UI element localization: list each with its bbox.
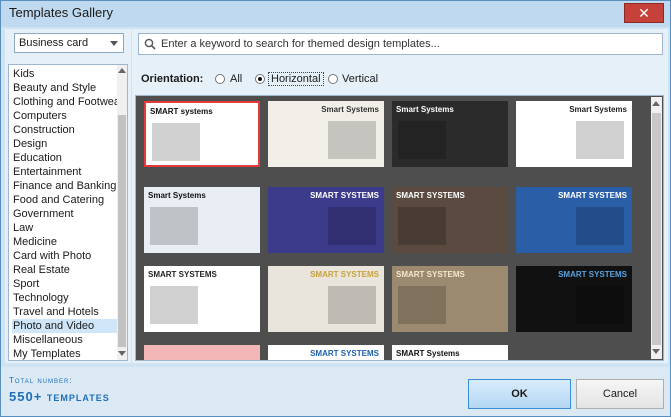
scroll-up-icon[interactable] bbox=[118, 68, 126, 73]
search-icon bbox=[144, 38, 156, 50]
template-thumbnail[interactable]: Smart Systems bbox=[392, 101, 508, 167]
search-box[interactable]: Enter a keyword to search for themed des… bbox=[138, 33, 663, 55]
category-list-scrollbar[interactable] bbox=[117, 65, 127, 360]
template-photo bbox=[398, 286, 446, 324]
total-number-label: Total number: bbox=[9, 376, 73, 385]
template-thumbnail[interactable]: SMART systems bbox=[144, 101, 260, 167]
category-item[interactable]: Card with Photo bbox=[12, 249, 117, 263]
title-bar: Templates Gallery ✕ bbox=[1, 1, 670, 27]
category-item[interactable]: Medicine bbox=[12, 235, 117, 249]
category-item[interactable]: Clothing and Footwear bbox=[12, 95, 124, 109]
template-thumbnail[interactable]: SMART SYSTEMS bbox=[268, 266, 384, 332]
category-item[interactable]: Kids bbox=[12, 67, 117, 81]
template-thumbnail[interactable]: SMART SYSTEMS bbox=[392, 266, 508, 332]
template-title: Smart Systems bbox=[148, 191, 206, 200]
orientation-horizontal-radio[interactable] bbox=[255, 74, 265, 84]
category-item[interactable]: Education bbox=[12, 151, 117, 165]
gallery-scroll-thumb[interactable] bbox=[652, 113, 661, 345]
scroll-down-icon[interactable] bbox=[118, 351, 126, 356]
category-type-select[interactable]: Business card bbox=[14, 33, 124, 53]
template-thumbnail[interactable]: SMART SYSTEMS bbox=[144, 266, 260, 332]
category-item[interactable]: Miscellaneous bbox=[12, 333, 117, 347]
orientation-vertical-radio[interactable] bbox=[328, 74, 338, 84]
template-thumbnail[interactable]: Smart Systems bbox=[268, 101, 384, 167]
category-item[interactable]: Beauty and Style bbox=[12, 81, 117, 95]
template-title: SMART SYSTEMS bbox=[310, 270, 379, 279]
orientation-horizontal-label[interactable]: Horizontal bbox=[268, 72, 324, 86]
ok-button[interactable]: OK bbox=[468, 379, 571, 409]
templates-gallery-window: Templates Gallery ✕ Business card Kids Be… bbox=[0, 0, 671, 417]
template-photo bbox=[328, 121, 376, 159]
template-thumbnail[interactable] bbox=[144, 345, 260, 360]
template-title: SMART SYSTEMS bbox=[148, 270, 217, 279]
category-type-value: Business card bbox=[19, 37, 89, 49]
window-title: Templates Gallery bbox=[9, 5, 114, 20]
template-title: Smart Systems bbox=[321, 105, 379, 114]
category-scroll-thumb[interactable] bbox=[118, 115, 126, 347]
template-thumbnail[interactable]: SMART SYSTEMS bbox=[516, 187, 632, 253]
cancel-button[interactable]: Cancel bbox=[576, 379, 664, 409]
template-title: SMART SYSTEMS bbox=[310, 191, 379, 200]
template-photo bbox=[398, 121, 446, 159]
chevron-down-icon bbox=[110, 41, 118, 46]
template-photo bbox=[328, 286, 376, 324]
template-thumbnail[interactable]: Smart Systems bbox=[144, 187, 260, 253]
category-item[interactable]: Sport bbox=[12, 277, 117, 291]
category-item[interactable]: Law bbox=[12, 221, 117, 235]
close-icon: ✕ bbox=[638, 5, 650, 21]
template-title: SMART SYSTEMS bbox=[558, 191, 627, 200]
category-item[interactable]: Design bbox=[12, 137, 117, 151]
scroll-up-icon[interactable] bbox=[652, 101, 660, 106]
template-title: SMART SYSTEMS bbox=[396, 191, 465, 200]
category-item[interactable]: Food and Catering bbox=[12, 193, 117, 207]
scroll-down-icon[interactable] bbox=[652, 349, 660, 354]
template-title: Smart Systems bbox=[569, 105, 627, 114]
search-placeholder: Enter a keyword to search for themed des… bbox=[161, 38, 440, 50]
template-title: SMART systems bbox=[150, 107, 213, 116]
template-thumbnail[interactable]: SMART SYSTEMS bbox=[516, 266, 632, 332]
template-photo bbox=[328, 207, 376, 245]
template-title: Smart Systems bbox=[396, 105, 454, 114]
category-item[interactable]: Construction bbox=[12, 123, 117, 137]
template-photo bbox=[150, 207, 198, 245]
category-item[interactable]: Photo and Video bbox=[12, 319, 117, 333]
template-photo bbox=[576, 121, 624, 159]
template-thumbnail[interactable]: SMART Systems bbox=[392, 345, 508, 360]
close-button[interactable]: ✕ bbox=[624, 3, 664, 23]
orientation-all-radio[interactable] bbox=[215, 74, 225, 84]
category-item[interactable]: Finance and Banking bbox=[12, 179, 117, 193]
template-gallery[interactable]: SMART systems Smart Systems Smart Systems S… bbox=[135, 95, 664, 361]
category-item[interactable]: Travel and Hotels bbox=[12, 305, 117, 319]
template-thumbnail[interactable]: SMART SYSTEMS bbox=[392, 187, 508, 253]
template-title: SMART SYSTEMS bbox=[558, 270, 627, 279]
total-number-value: 550+ templates bbox=[9, 389, 110, 404]
template-thumbnail[interactable]: SMART SYSTEMS bbox=[268, 187, 384, 253]
category-item[interactable]: Real Estate bbox=[12, 263, 117, 277]
category-item[interactable]: Computers bbox=[12, 109, 117, 123]
category-item[interactable]: Entertainment bbox=[12, 165, 117, 179]
template-photo bbox=[150, 286, 198, 324]
template-photo bbox=[576, 286, 624, 324]
template-title: SMART SYSTEMS bbox=[310, 349, 379, 358]
category-list[interactable]: Kids Beauty and Style Clothing and Footwea… bbox=[8, 64, 128, 361]
category-item[interactable]: My Templates bbox=[12, 347, 117, 360]
template-title: SMART SYSTEMS bbox=[396, 270, 465, 279]
template-photo bbox=[576, 207, 624, 245]
category-item[interactable]: Government bbox=[12, 207, 117, 221]
orientation-vertical-label[interactable]: Vertical bbox=[342, 73, 378, 85]
template-title: SMART Systems bbox=[396, 349, 460, 358]
category-item[interactable]: Technology bbox=[12, 291, 117, 305]
template-thumbnail[interactable]: Smart Systems bbox=[516, 101, 632, 167]
orientation-all-label[interactable]: All bbox=[230, 73, 242, 85]
orientation-label: Orientation: bbox=[141, 73, 204, 85]
template-photo bbox=[398, 207, 446, 245]
gallery-scrollbar[interactable] bbox=[651, 97, 662, 359]
template-thumbnail[interactable]: SMART SYSTEMS bbox=[268, 345, 384, 360]
template-photo bbox=[152, 123, 200, 161]
